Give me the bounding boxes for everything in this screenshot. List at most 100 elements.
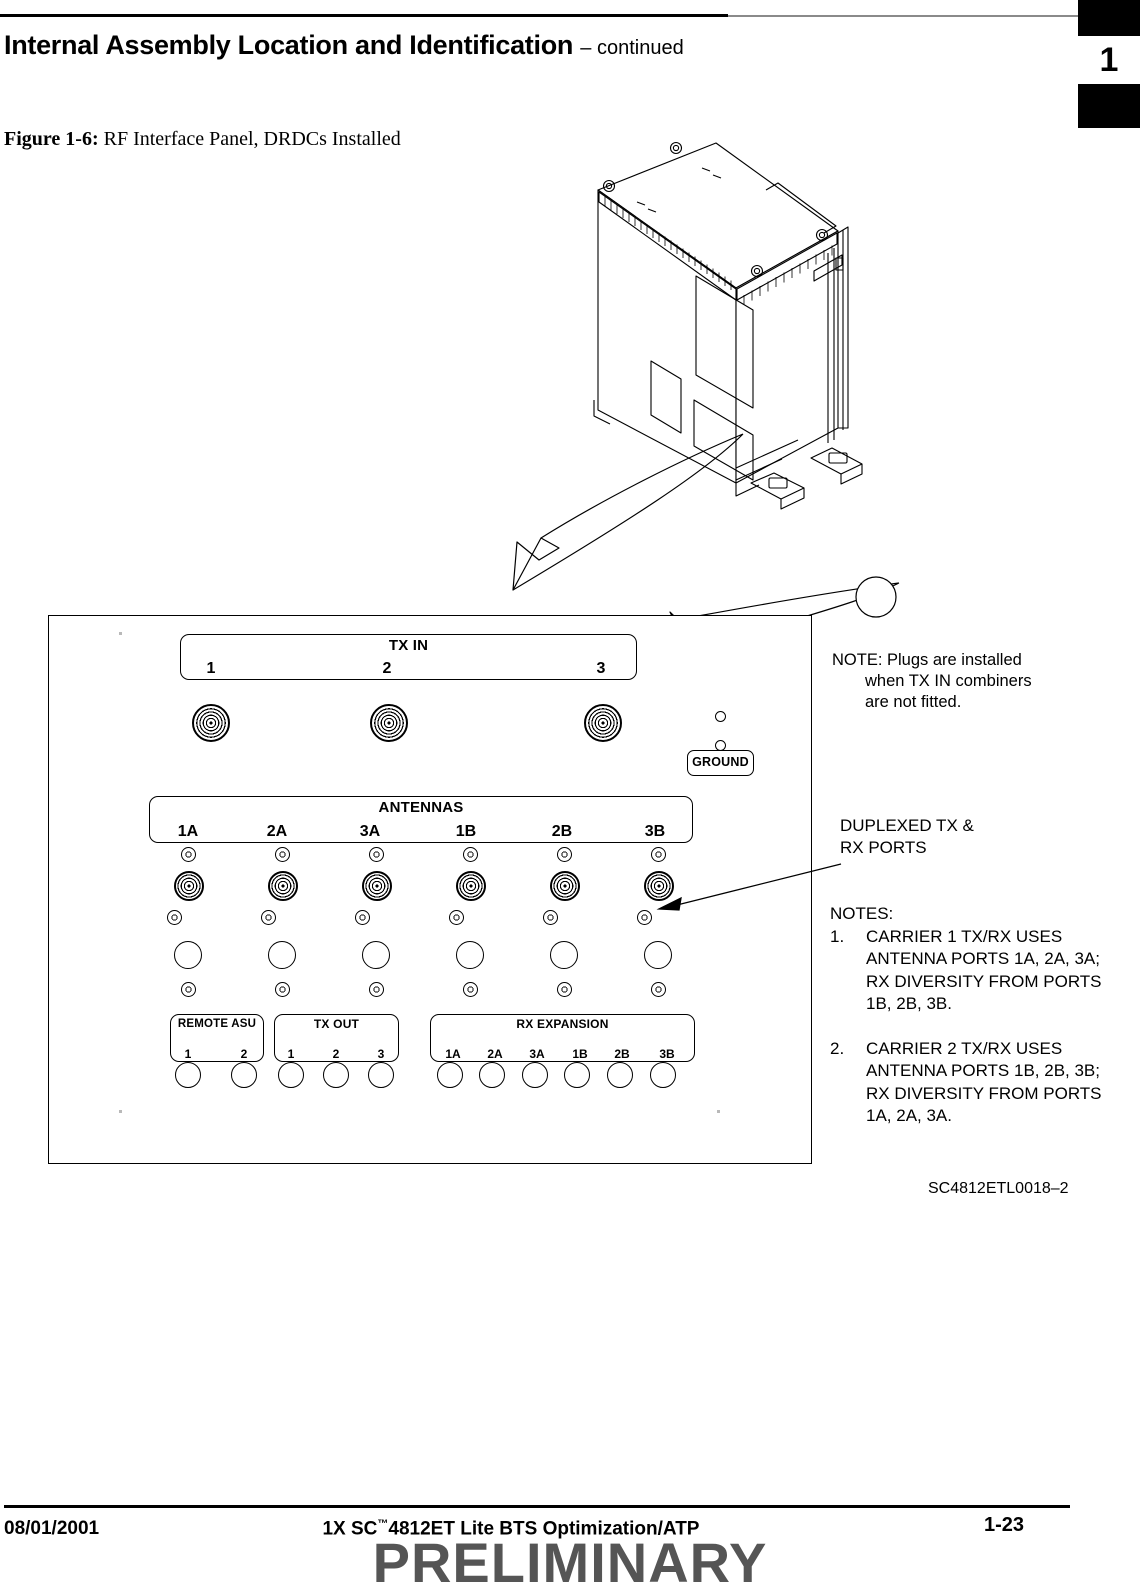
- antenna-2a-connector[interactable]: [268, 871, 298, 901]
- tx-out-label-box: TX OUT 1 2 3: [274, 1014, 399, 1062]
- drawing-number: SC4812ETL0018–2: [928, 1180, 1069, 1197]
- antenna-2a-screw-top: [274, 846, 290, 862]
- duplexed-ports-line-1: DUPLEXED TX &: [840, 816, 974, 835]
- tx-out-connector-2[interactable]: [323, 1062, 349, 1088]
- panel-surface-mark-bottom-left: [119, 1110, 122, 1113]
- note-item-1-text: CARRIER 1 TX/RX USES ANTENNA PORTS 1A, 2…: [866, 926, 1102, 1014]
- note-item-1: 1. CARRIER 1 TX/RX USES ANTENNA PORTS 1A…: [830, 926, 1120, 1016]
- antenna-2b-screw-top: [556, 846, 572, 862]
- notes-spacer: [830, 1016, 1120, 1038]
- tx-in-port-label-2: 2: [382, 660, 392, 677]
- antenna-1b-blank-port[interactable]: [456, 941, 484, 969]
- antenna-1b-connector[interactable]: [456, 871, 486, 901]
- duplexed-ports-leader-line: [656, 863, 842, 911]
- duplexed-ports-line-2: RX PORTS: [840, 838, 927, 857]
- remote-asu-port-label-1: 1: [184, 1047, 192, 1061]
- remote-asu-connector-1[interactable]: [175, 1062, 201, 1088]
- tx-in-title: TX IN: [388, 637, 429, 654]
- tx-out-title: TX OUT: [313, 1017, 360, 1031]
- figure-label: Figure 1-6:: [4, 128, 99, 150]
- antennas-port-label-2a: 2A: [266, 823, 288, 840]
- antennas-port-label-2b: 2B: [551, 823, 573, 840]
- note-plugs: NOTE: Plugs are installed when TX IN com…: [832, 650, 1132, 713]
- antenna-3b-blank-port[interactable]: [644, 941, 672, 969]
- tx-in-port-label-3: 3: [596, 660, 606, 677]
- antenna-3b-screw-bottom: [650, 981, 666, 997]
- rx-expansion-port-label-1b: 1B: [572, 1047, 588, 1061]
- note-item-2: 2. CARRIER 2 TX/RX USES ANTENNA PORTS 1B…: [830, 1038, 1120, 1128]
- tx-in-connector-2[interactable]: [370, 704, 408, 742]
- rx-expansion-port-label-3b: 3B: [659, 1047, 675, 1061]
- note-plugs-line-3: are not fitted.: [865, 693, 962, 711]
- rx-expansion-connector-3a[interactable]: [522, 1062, 548, 1088]
- antennas-title: ANTENNAS: [378, 799, 464, 816]
- rx-expansion-port-label-1a: 1A: [445, 1047, 461, 1061]
- note-plugs-line-2: when TX IN combiners: [865, 672, 1032, 690]
- tx-out-connector-1[interactable]: [278, 1062, 304, 1088]
- figure-caption-text: RF Interface Panel, DRDCs Installed: [103, 128, 401, 150]
- page-title-continued: – continued: [580, 37, 684, 59]
- rx-expansion-port-label-3a: 3A: [529, 1047, 545, 1061]
- ground-label-box: GROUND: [687, 750, 754, 776]
- rx-expansion-connector-2b[interactable]: [607, 1062, 633, 1088]
- tx-out-port-label-3: 3: [377, 1047, 385, 1061]
- antennas-port-label-3a: 3A: [359, 823, 381, 840]
- remote-asu-port-label-2: 2: [240, 1047, 248, 1061]
- page-title: Internal Assembly Location and Identific…: [4, 30, 684, 61]
- rx-expansion-port-label-2a: 2A: [487, 1047, 503, 1061]
- rx-expansion-title: RX EXPANSION: [516, 1017, 609, 1031]
- notes-heading: NOTES:: [830, 904, 894, 923]
- ground-stud-lower: [714, 739, 726, 751]
- antenna-1a-screw-top: [180, 846, 196, 862]
- rx-expansion-port-label-2b: 2B: [614, 1047, 630, 1061]
- rx-expansion-connector-2a[interactable]: [479, 1062, 505, 1088]
- panel-surface-mark-top: [119, 632, 122, 635]
- tx-in-connector-3[interactable]: [584, 704, 622, 742]
- trademark-icon: ™: [377, 1518, 389, 1530]
- tx-out-port-label-1: 1: [287, 1047, 295, 1061]
- tx-out-port-label-2: 2: [332, 1047, 340, 1061]
- antenna-3a-blank-port[interactable]: [362, 941, 390, 969]
- antennas-label-box: ANTENNAS 1A 2A 3A 1B 2B 3B: [149, 796, 693, 843]
- rx-expansion-connector-1b[interactable]: [564, 1062, 590, 1088]
- antenna-1a-connector[interactable]: [174, 871, 204, 901]
- antenna-3a-screw-bottom: [368, 981, 384, 997]
- remote-asu-connector-2[interactable]: [231, 1062, 257, 1088]
- antenna-2b-screw-bottom: [556, 981, 572, 997]
- antenna-2b-screw-mid: [542, 909, 558, 925]
- header-rule-left: [0, 14, 728, 17]
- antennas-port-label-1a: 1A: [177, 823, 199, 840]
- antenna-3a-connector[interactable]: [362, 871, 392, 901]
- ground-stud-upper: [714, 710, 726, 722]
- panel-surface-mark-bottom-right: [717, 1110, 720, 1113]
- notes-block: NOTES: 1. CARRIER 1 TX/RX USES ANTENNA P…: [830, 903, 1120, 1128]
- ground-title: GROUND: [692, 755, 749, 769]
- antenna-1b-screw-top: [462, 846, 478, 862]
- antenna-2a-screw-mid: [260, 909, 276, 925]
- note-item-1-number: 1.: [830, 926, 845, 946]
- remote-asu-title: REMOTE ASU: [177, 1018, 257, 1030]
- remote-asu-label-box: REMOTE ASU 1 2: [170, 1014, 264, 1062]
- note-item-2-text: CARRIER 2 TX/RX USES ANTENNA PORTS 1B, 2…: [866, 1038, 1102, 1126]
- page-title-main: Internal Assembly Location and Identific…: [4, 30, 574, 60]
- tx-in-connector-1[interactable]: [192, 704, 230, 742]
- antenna-2b-connector[interactable]: [550, 871, 580, 901]
- chapter-tab-bottom-block: [1078, 84, 1140, 128]
- rx-expansion-connector-3b[interactable]: [650, 1062, 676, 1088]
- tx-in-port-label-1: 1: [206, 660, 216, 677]
- antenna-2a-blank-port[interactable]: [268, 941, 296, 969]
- note-plugs-line-1: NOTE: Plugs are installed: [832, 651, 1022, 669]
- antenna-1b-screw-mid: [448, 909, 464, 925]
- antenna-1a-blank-port[interactable]: [174, 941, 202, 969]
- antenna-2b-blank-port[interactable]: [550, 941, 578, 969]
- footer-rule: [4, 1505, 1070, 1508]
- note-item-2-number: 2.: [830, 1038, 845, 1058]
- antennas-port-label-1b: 1B: [455, 823, 477, 840]
- tx-out-connector-3[interactable]: [368, 1062, 394, 1088]
- rx-expansion-connector-1a[interactable]: [437, 1062, 463, 1088]
- tx-in-label-box: TX IN 1 2 3: [180, 634, 637, 680]
- figure-caption: Figure 1-6: RF Interface Panel, DRDCs In…: [4, 128, 401, 151]
- antenna-1b-screw-bottom: [462, 981, 478, 997]
- antenna-1a-screw-mid: [166, 909, 182, 925]
- antenna-1a-screw-bottom: [180, 981, 196, 997]
